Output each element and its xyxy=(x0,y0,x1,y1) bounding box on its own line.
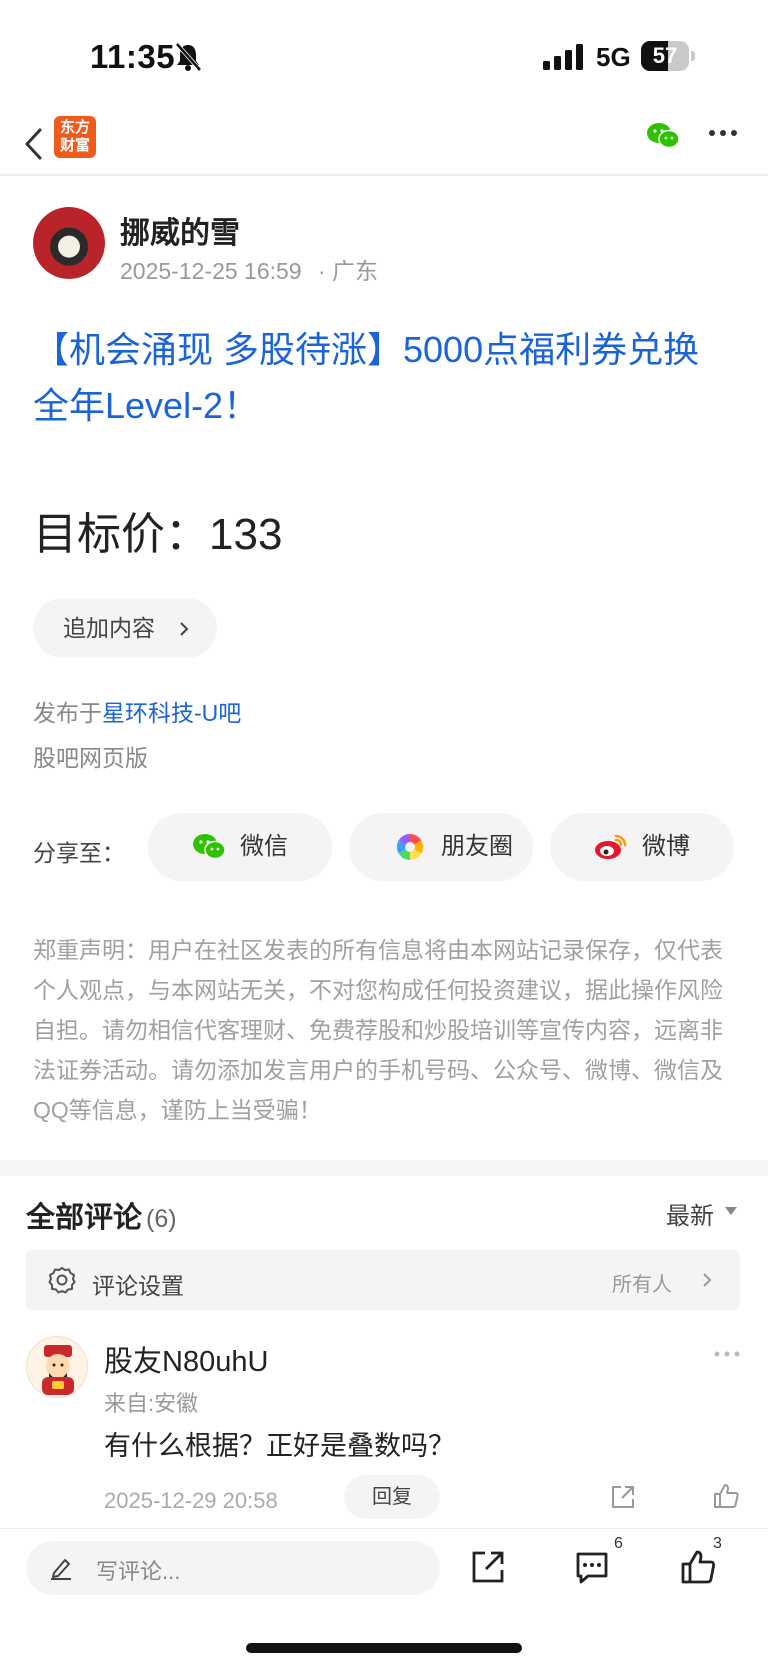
disclaimer: 郑重声明：用户在社区发表的所有信息将由本网站记录保存，仅代表个人观点，与本网站无… xyxy=(33,937,723,1123)
thumbs-up-icon[interactable] xyxy=(680,1549,716,1585)
share-weibo-button[interactable]: 微博 xyxy=(550,813,734,881)
append-content-label: 追加内容 xyxy=(63,615,155,641)
share-moments-label: 朋友圈 xyxy=(441,833,513,860)
network-label: 5G xyxy=(596,42,631,72)
pen-icon xyxy=(51,1559,71,1580)
post-body: 目标价：133 xyxy=(33,510,283,559)
nav-bar: 东方 财富 xyxy=(0,110,768,176)
status-time: 11:35 xyxy=(90,38,176,75)
comments-title: 全部评论 (6) xyxy=(26,1194,177,1236)
post-meta: 2025-12-25 16:59 · 广东 xyxy=(120,252,388,286)
post-datetime: 2025-12-25 16:59 xyxy=(120,258,302,284)
published-prefix: 发布于 xyxy=(33,700,102,726)
share-moments-button[interactable]: 朋友圈 xyxy=(349,813,533,881)
bell-muted-icon xyxy=(175,42,202,72)
share-icon[interactable] xyxy=(610,1484,636,1510)
battery-level: 57 xyxy=(652,43,678,68)
chevron-right-icon xyxy=(703,1273,712,1287)
back-icon[interactable] xyxy=(22,126,46,162)
comment-count: 6 xyxy=(614,1535,623,1552)
share-icon[interactable] xyxy=(470,1549,506,1585)
section-divider xyxy=(0,1160,768,1176)
weibo-icon xyxy=(595,834,627,859)
comment-settings-row[interactable]: 评论设置 所有人 xyxy=(26,1250,740,1310)
more-icon[interactable] xyxy=(708,128,738,138)
logo-text-line1: 东方 xyxy=(59,119,90,136)
wechat-icon[interactable] xyxy=(646,122,680,150)
post-location: · 广东 xyxy=(318,258,379,284)
comment-text: 有什么根据？正好是叠数吗？ xyxy=(104,1431,455,1461)
comment-settings-value: 所有人 xyxy=(612,1274,672,1296)
reply-button[interactable]: 回复 xyxy=(344,1475,440,1519)
caret-down-icon[interactable] xyxy=(725,1207,737,1215)
comment-time: 2025-12-29 20:58 xyxy=(104,1488,278,1513)
moments-icon xyxy=(396,833,424,861)
bottom-bar: 写评论... 6 3 xyxy=(0,1528,768,1669)
chevron-right-icon xyxy=(180,622,189,636)
logo-text-line2: 财富 xyxy=(59,137,90,154)
battery-indicator: 57 xyxy=(641,41,695,71)
author-avatar[interactable] xyxy=(33,207,105,279)
comment-input-placeholder: 写评论... xyxy=(96,1559,181,1584)
post-title[interactable]: 【机会涌现 多股待涨】5000点福利券兑换全年Level-2！ xyxy=(33,322,733,434)
published-in: 发布于星环科技-U吧 xyxy=(33,694,241,728)
comments-title-label: 全部评论 xyxy=(26,1202,143,1234)
post-source: 股吧网页版 xyxy=(33,745,148,771)
home-indicator xyxy=(246,1643,522,1653)
comment-settings-label: 评论设置 xyxy=(92,1273,184,1299)
thumbs-up-icon[interactable] xyxy=(712,1482,740,1510)
signal-icon xyxy=(543,44,583,70)
commenter-name[interactable]: 股友N80uhU xyxy=(104,1338,268,1380)
comments-count: (6) xyxy=(146,1205,177,1233)
share-weibo-label: 微博 xyxy=(642,833,690,860)
share-label: 分享至： xyxy=(33,840,125,866)
commenter-location: 来自:安徽 xyxy=(104,1391,199,1416)
more-icon[interactable] xyxy=(713,1350,741,1358)
app-logo[interactable]: 东方 财富 xyxy=(54,116,96,158)
sort-dropdown[interactable]: 最新 xyxy=(666,1196,714,1231)
commenter-avatar[interactable] xyxy=(26,1336,88,1398)
comment-icon[interactable] xyxy=(574,1549,610,1585)
board-link[interactable]: 星环科技-U吧 xyxy=(102,700,241,726)
append-content-button[interactable]: 追加内容 xyxy=(33,598,217,658)
god-of-wealth-avatar-icon xyxy=(42,1345,74,1395)
author-name[interactable]: 挪威的雪 xyxy=(120,208,240,252)
status-bar: 11:35 5G 57 xyxy=(0,0,768,110)
wechat-icon xyxy=(193,834,226,860)
comment-input[interactable]: 写评论... xyxy=(26,1541,440,1595)
gear-icon xyxy=(48,1267,76,1294)
share-wechat-button[interactable]: 微信 xyxy=(148,813,332,881)
like-count: 3 xyxy=(713,1535,722,1552)
share-wechat-label: 微信 xyxy=(240,833,288,860)
comment-item: 股友N80uhU 来自:安徽 有什么根据？正好是叠数吗？ 2025-12-29 … xyxy=(0,1330,768,1530)
